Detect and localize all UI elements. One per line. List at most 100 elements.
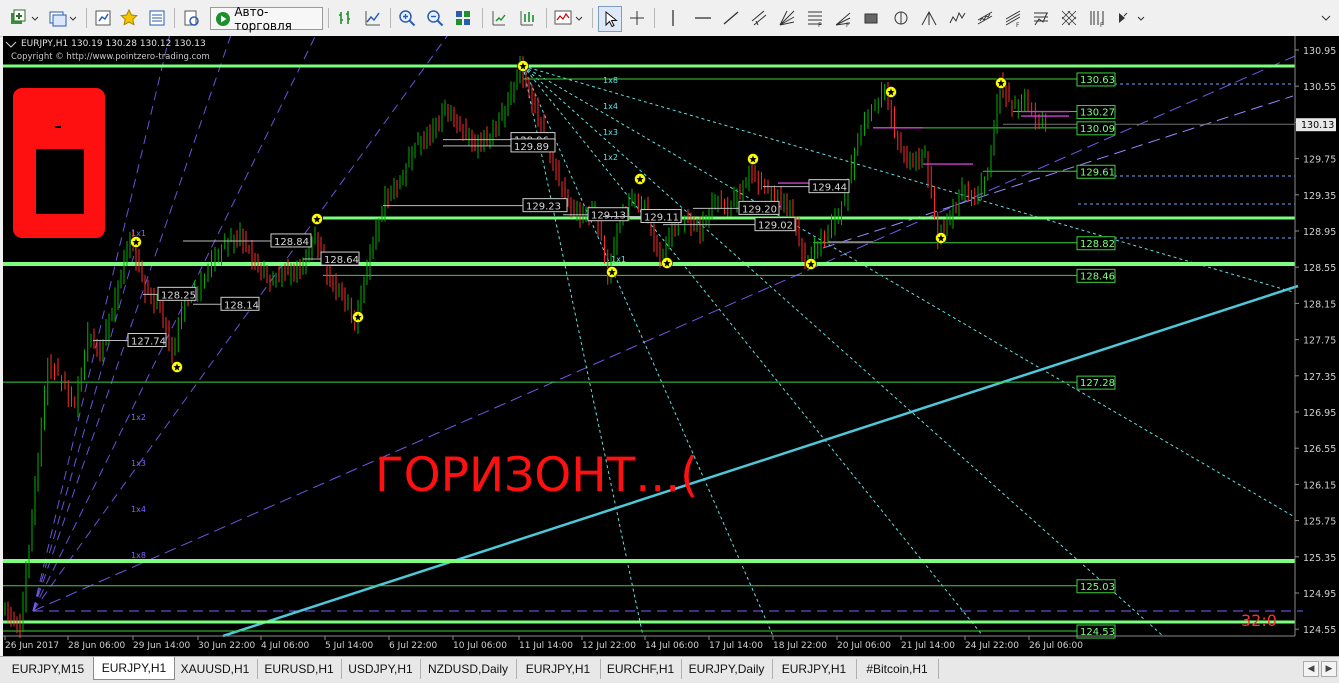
time-tick-label: 26 Jul 06:00 bbox=[1029, 641, 1083, 651]
chart-tab[interactable]: #Bitcoin,H1 bbox=[856, 659, 939, 679]
crosshair-icon[interactable] bbox=[626, 6, 648, 30]
navigator-icon[interactable] bbox=[118, 6, 140, 30]
svg-text:F: F bbox=[818, 22, 822, 27]
speed-fan-line bbox=[522, 65, 1164, 637]
time-tick-label: 21 Jul 14:00 bbox=[901, 641, 955, 651]
auto-trading-icon bbox=[216, 11, 230, 26]
star-marker bbox=[130, 236, 142, 248]
horizontal-line-icon[interactable] bbox=[692, 6, 714, 30]
chart-tab[interactable]: EURJPY,H1 bbox=[93, 657, 175, 680]
fibo-fan-icon[interactable]: F bbox=[832, 6, 854, 30]
time-tick-label: 14 Jul 06:00 bbox=[645, 641, 699, 651]
autoscroll-icon[interactable] bbox=[516, 6, 538, 30]
star-marker bbox=[171, 361, 183, 373]
gann-fan-icon[interactable] bbox=[776, 6, 798, 30]
regression-channel-icon[interactable] bbox=[974, 6, 996, 30]
time-tick-label: 10 Jul 06:00 bbox=[453, 641, 507, 651]
price-tick-label: 125.35 bbox=[1303, 553, 1336, 564]
vertical-line-icon[interactable] bbox=[662, 6, 684, 30]
time-tick-label: 26 Jun 2017 bbox=[5, 641, 59, 651]
time-tick-label: 18 Jul 22:00 bbox=[773, 641, 827, 651]
time-tick-label: 4 Jul 06:00 bbox=[261, 641, 310, 651]
fibo-channel-icon[interactable]: F bbox=[1002, 6, 1024, 30]
channel-icon[interactable] bbox=[748, 6, 770, 30]
chart-tab[interactable]: EURJPY,Daily bbox=[681, 659, 773, 679]
fibo-expansion-icon[interactable] bbox=[1030, 6, 1052, 30]
chart-tab[interactable]: EURJPY,H1 bbox=[516, 659, 601, 679]
time-tick-label: 11 Jul 14:00 bbox=[519, 641, 573, 651]
trendline-icon[interactable] bbox=[720, 6, 742, 30]
gann-label: 1x3 bbox=[131, 459, 146, 468]
level-label-text: 130.09 bbox=[1080, 124, 1115, 135]
star-marker bbox=[995, 77, 1007, 89]
tabs-scroll-left-icon[interactable]: ◀ bbox=[1303, 661, 1319, 677]
gann-label: 1x4 bbox=[131, 505, 146, 514]
cycle-lines-icon[interactable] bbox=[890, 6, 912, 30]
chart-tab[interactable]: USDJPY,H1 bbox=[341, 659, 421, 679]
chart-tab[interactable]: NZDUSD,Daily bbox=[420, 659, 517, 679]
star-marker bbox=[352, 311, 364, 323]
gann-grid-icon[interactable] bbox=[1058, 6, 1080, 30]
auto-trading-label: Авто-торговля bbox=[234, 4, 292, 33]
andrews-pitchfork-icon[interactable] bbox=[918, 6, 940, 30]
price-tick-label: 130.55 bbox=[1303, 82, 1336, 93]
price-chart[interactable]: 129.96129.89129.23128.84128.64128.25128.… bbox=[3, 0, 1339, 656]
bar-timer: 32:0 bbox=[1241, 611, 1277, 630]
price-label-text: 128.84 bbox=[274, 237, 309, 248]
arrows-objects-icon[interactable] bbox=[1114, 6, 1148, 30]
price-label-text: 128.14 bbox=[224, 300, 259, 311]
level-label-text: 130.63 bbox=[1080, 75, 1115, 86]
line-chart-icon[interactable] bbox=[362, 6, 384, 30]
toolbar-overflow-icon[interactable] bbox=[1318, 6, 1334, 30]
chart-tab[interactable]: XAUUSD,H1 bbox=[173, 659, 258, 679]
price-label-text: 129.20 bbox=[742, 204, 777, 215]
level-label-text: 127.28 bbox=[1080, 378, 1115, 389]
profiles-icon[interactable] bbox=[46, 6, 80, 30]
price-label-text: 129.11 bbox=[644, 213, 679, 224]
data-window-icon[interactable] bbox=[146, 6, 168, 30]
chart-tab[interactable]: EURJPY,M15 bbox=[3, 659, 94, 679]
tile-windows-icon[interactable] bbox=[452, 6, 474, 30]
auto-trading-button[interactable]: Авто-торговля bbox=[210, 4, 323, 33]
bar-chart-icon[interactable] bbox=[334, 6, 356, 30]
fibo-timezones-icon[interactable]: F bbox=[1086, 6, 1108, 30]
price-label-text: 129.89 bbox=[514, 142, 549, 153]
tabs-scroll-right-icon[interactable]: ▶ bbox=[1321, 661, 1337, 677]
price-tick-label: 125.75 bbox=[1303, 517, 1336, 528]
fan-label: 1x2 bbox=[603, 153, 618, 162]
zoom-in-icon[interactable] bbox=[396, 6, 418, 30]
cursor-icon[interactable] bbox=[598, 6, 622, 32]
elliott-wave-icon[interactable] bbox=[946, 6, 968, 30]
gann-fan-line bbox=[32, 55, 1296, 612]
zoom-out-icon[interactable] bbox=[424, 6, 446, 30]
price-tick-label: 129.35 bbox=[1303, 191, 1336, 202]
time-tick-label: 28 Jun 06:00 bbox=[68, 641, 125, 651]
price-label-text: 129.23 bbox=[526, 202, 561, 213]
price-label-text: 129.02 bbox=[758, 221, 793, 232]
price-tick-label: 126.95 bbox=[1303, 408, 1336, 419]
gann-fan-line bbox=[32, 240, 139, 612]
price-tick-label: 130.95 bbox=[1303, 46, 1336, 57]
new-chart-icon[interactable] bbox=[8, 6, 42, 30]
fibo-icon[interactable]: F bbox=[804, 6, 826, 30]
strategy-tester-icon[interactable] bbox=[180, 6, 202, 30]
brand-logo bbox=[13, 88, 105, 238]
indicators-icon[interactable] bbox=[552, 6, 586, 30]
svg-text:F: F bbox=[846, 22, 850, 27]
chart-shift-icon[interactable] bbox=[488, 6, 510, 30]
price-tick-label: 124.95 bbox=[1303, 589, 1336, 600]
chart-window[interactable]: 129.96129.89129.23128.84128.64128.25128.… bbox=[3, 0, 1339, 656]
chart-tab[interactable]: EURCHF,H1 bbox=[600, 659, 682, 679]
time-tick-label: 29 Jun 14:00 bbox=[133, 641, 190, 651]
rectangle-icon[interactable] bbox=[860, 6, 882, 30]
copyright-text: Copyright © http://www.pointzero-trading… bbox=[11, 52, 210, 62]
chart-tab[interactable]: EURJPY,H1 bbox=[772, 659, 857, 679]
fan-label: 1x8 bbox=[603, 76, 618, 85]
price-tick-label: 128.95 bbox=[1303, 227, 1336, 238]
price-tick-label: 126.55 bbox=[1303, 444, 1336, 455]
time-tick-label: 30 Jun 22:00 bbox=[198, 641, 255, 651]
main-toolbar: Авто-торговля F F F F bbox=[0, 0, 1339, 37]
market-watch-icon[interactable] bbox=[92, 6, 114, 30]
level-label-text: 128.46 bbox=[1080, 271, 1115, 282]
chart-tab[interactable]: EURUSD,H1 bbox=[257, 659, 342, 679]
